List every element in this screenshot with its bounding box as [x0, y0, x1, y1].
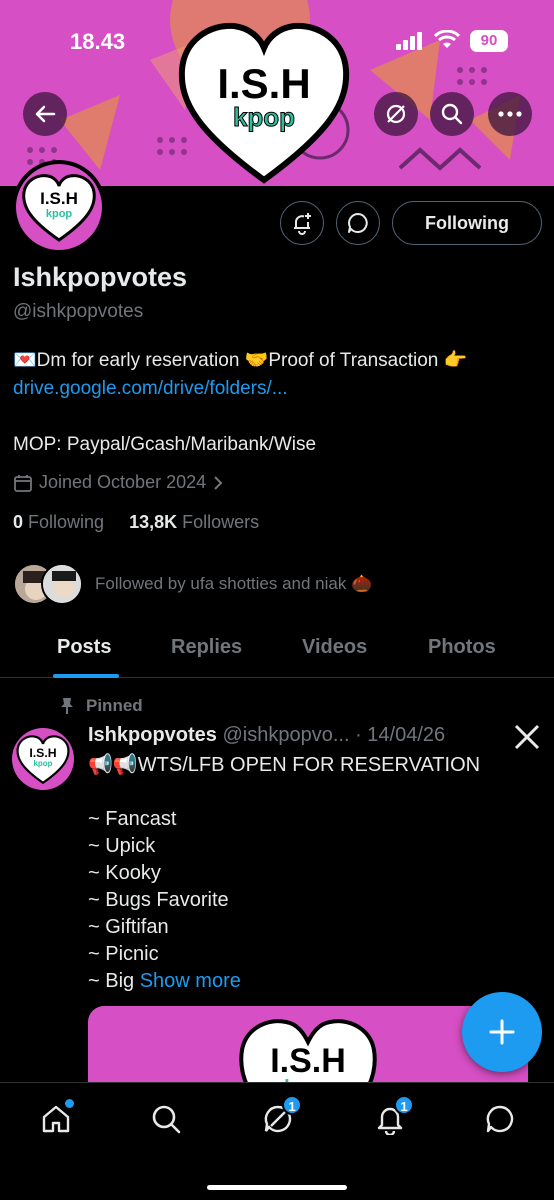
- grok-icon: [386, 104, 406, 124]
- post-item: ~ Giftifan: [88, 916, 169, 938]
- post-avatar[interactable]: I.S.H kpop: [12, 728, 74, 790]
- post-item: ~ Picnic: [88, 943, 159, 965]
- display-name: Ishkpopvotes: [13, 262, 188, 292]
- status-bar: 18.43 90: [0, 26, 554, 60]
- chat-bubble-icon: [348, 213, 368, 233]
- post-image-logo-text: I.S.H: [270, 1042, 346, 1080]
- post-handle-date: @ishkpopvo... · 14/04/26: [222, 724, 446, 746]
- battery-indicator: 90: [470, 30, 508, 52]
- pin-icon: [61, 698, 73, 714]
- post-item: ~ Fancast: [88, 808, 177, 830]
- avatar-logo-subtext: kpop: [46, 208, 73, 220]
- joined-date[interactable]: Joined October 2024: [13, 472, 224, 493]
- post-avatar-logo-subtext: kpop: [34, 759, 53, 768]
- grok-badge: 1: [282, 1095, 302, 1115]
- nav-search[interactable]: [146, 1099, 186, 1139]
- bio-line-3: MOP: Paypal/Gcash/Maribank/Wise: [13, 434, 317, 455]
- more-options-button[interactable]: [488, 92, 532, 136]
- joined-text: Joined October 2024: [39, 472, 207, 492]
- followers-stat[interactable]: 13,8K Followers: [129, 512, 259, 532]
- followed-by[interactable]: Followed by ufa shotties and niak 🌰: [13, 560, 372, 608]
- tab-videos[interactable]: Videos: [302, 636, 367, 659]
- messages-icon: [486, 1105, 514, 1133]
- post-image[interactable]: I.S.H kpop: [88, 1006, 528, 1086]
- notifications-badge: 1: [394, 1095, 414, 1115]
- bell-plus-icon: [294, 213, 311, 235]
- user-handle: @ishkpopvotes: [13, 301, 144, 322]
- status-time: 18.43: [70, 29, 126, 54]
- wifi-icon: [434, 30, 460, 48]
- grok-button[interactable]: [374, 92, 418, 136]
- avatar-heart-logo: I.S.H kpop: [22, 174, 96, 242]
- bio-link[interactable]: drive.google.com/drive/folders/...: [13, 375, 543, 403]
- tab-photos[interactable]: Photos: [428, 636, 496, 659]
- post-item: ~ Upick: [88, 835, 156, 857]
- search-icon: [152, 1105, 181, 1134]
- follower-face-2: [43, 565, 81, 603]
- followers-label: Followers: [182, 512, 260, 532]
- active-tab-indicator: [53, 674, 119, 678]
- following-stat[interactable]: 0 Following: [13, 512, 104, 532]
- cellular-signal-icon: [396, 32, 422, 50]
- avatar-logo-text: I.S.H: [40, 189, 78, 208]
- bio-line-1: 💌Dm for early reservation 🤝Proof of Tran…: [13, 350, 468, 371]
- following-button[interactable]: Following: [392, 201, 542, 245]
- tab-posts[interactable]: Posts: [57, 636, 111, 659]
- banner-logo-text: I.S.H: [217, 60, 310, 107]
- post-text: 📢📢WTS/LFB OPEN FOR RESERVATION ~ Fancast…: [88, 752, 528, 995]
- arrow-left-icon: [35, 105, 56, 123]
- more-dots-icon: [498, 111, 522, 117]
- pinned-label: Pinned: [60, 696, 143, 716]
- back-button[interactable]: [23, 92, 67, 136]
- nav-notifications[interactable]: 1: [370, 1095, 414, 1139]
- following-count: 0: [13, 512, 24, 532]
- banner-logo-subtext: kpop: [233, 102, 295, 132]
- calendar-icon: [14, 474, 32, 492]
- home-notification-dot: [65, 1099, 74, 1108]
- post-item: ~ Kooky: [88, 862, 161, 884]
- nav-messages[interactable]: [480, 1099, 520, 1139]
- follow-stats: 0 Following 13,8K Followers: [13, 512, 259, 533]
- home-indicator: [207, 1185, 347, 1190]
- plus-icon: [489, 1019, 515, 1045]
- post-author[interactable]: Ishkpopvotes: [88, 724, 217, 746]
- profile-avatar[interactable]: I.S.H kpop: [12, 160, 106, 254]
- post-item: ~ Bugs Favorite: [88, 889, 229, 911]
- tab-replies[interactable]: Replies: [171, 636, 242, 659]
- bottom-navigation: 1 1: [0, 1082, 554, 1200]
- bio: 💌Dm for early reservation 🤝Proof of Tran…: [13, 347, 543, 459]
- post-header: Ishkpopvotes @ishkpopvo... · 14/04/26: [88, 724, 445, 747]
- message-button[interactable]: [336, 201, 380, 245]
- x-icon: [514, 724, 540, 750]
- pinned-text: Pinned: [86, 696, 143, 715]
- post-image-heart-logo: I.S.H kpop: [239, 1019, 377, 1086]
- post-avatar-logo-text: I.S.H: [29, 746, 56, 760]
- nav-home[interactable]: [36, 1099, 76, 1139]
- chevron-right-icon: [214, 475, 223, 490]
- profile-tabs: Posts Replies Videos Photos: [0, 622, 554, 678]
- search-button[interactable]: [430, 92, 474, 136]
- nav-grok[interactable]: 1: [258, 1095, 302, 1139]
- compose-button[interactable]: [462, 992, 542, 1072]
- post-line-1: 📢📢WTS/LFB OPEN FOR RESERVATION: [88, 754, 481, 776]
- follower-avatar-2: [41, 563, 83, 605]
- show-more-link[interactable]: Show more: [140, 970, 241, 992]
- post-avatar-heart-logo: I.S.H kpop: [16, 735, 70, 785]
- post-item: ~ Big: [88, 970, 135, 992]
- notify-button[interactable]: [280, 201, 324, 245]
- followed-by-text: Followed by ufa shotties and niak 🌰: [95, 574, 373, 593]
- search-icon: [441, 103, 463, 125]
- followers-count: 13,8K: [129, 512, 178, 532]
- following-label: Following: [28, 512, 105, 532]
